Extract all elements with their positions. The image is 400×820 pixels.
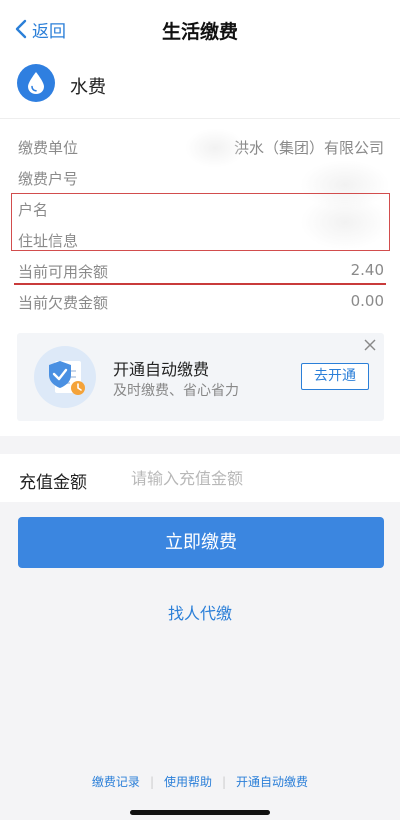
annotation-underline: [14, 283, 386, 285]
promo-subtitle: 及时缴费、省心省力: [113, 383, 239, 399]
shield-document-icon: [34, 346, 96, 408]
navigation-bar: 返回 生活缴费: [0, 0, 400, 58]
auto-pay-promo-card: 开通自动缴费 及时缴费、省心省力 去开通: [17, 333, 384, 421]
payment-records-link[interactable]: 缴费记录: [92, 775, 140, 789]
water-drop-icon: [17, 64, 55, 102]
pay-now-button[interactable]: 立即缴费: [18, 517, 384, 568]
info-label: 缴费单位: [18, 139, 79, 157]
close-icon[interactable]: [362, 337, 378, 353]
recharge-amount-input[interactable]: [131, 462, 381, 494]
service-header: 水费: [0, 58, 400, 116]
info-value: 2.40: [350, 261, 384, 279]
enable-auto-pay-button[interactable]: 去开通: [301, 363, 369, 390]
info-value: 0.00: [350, 292, 384, 310]
section-separator: [0, 436, 400, 454]
annotation-highlight-box: [11, 193, 390, 251]
info-row-available-balance: 当前可用余额 2.40: [18, 255, 384, 285]
divider: [0, 118, 400, 119]
recharge-amount-label: 充值金额: [19, 473, 87, 493]
recharge-amount-row: 充值金额: [0, 454, 400, 502]
help-link[interactable]: 使用帮助: [164, 775, 212, 789]
footer-separator: |: [149, 775, 154, 789]
service-name: 水费: [70, 77, 106, 98]
footer-links: 缴费记录 | 使用帮助 | 开通自动缴费: [0, 773, 400, 790]
pay-on-behalf-link[interactable]: 找人代缴: [0, 600, 400, 624]
auto-pay-link[interactable]: 开通自动缴费: [236, 775, 308, 789]
footer-separator: |: [222, 775, 227, 789]
info-value: 洪水（集团）有限公司: [233, 139, 384, 157]
info-row-arrears: 当前欠费金额 0.00: [18, 286, 384, 316]
promo-title: 开通自动缴费: [113, 360, 210, 379]
info-label: 当前可用余额: [18, 263, 109, 281]
page-title: 生活缴费: [161, 21, 238, 43]
info-label: 当前欠费金额: [18, 294, 109, 312]
info-label: 缴费户号: [18, 170, 79, 188]
home-indicator: [130, 810, 270, 815]
